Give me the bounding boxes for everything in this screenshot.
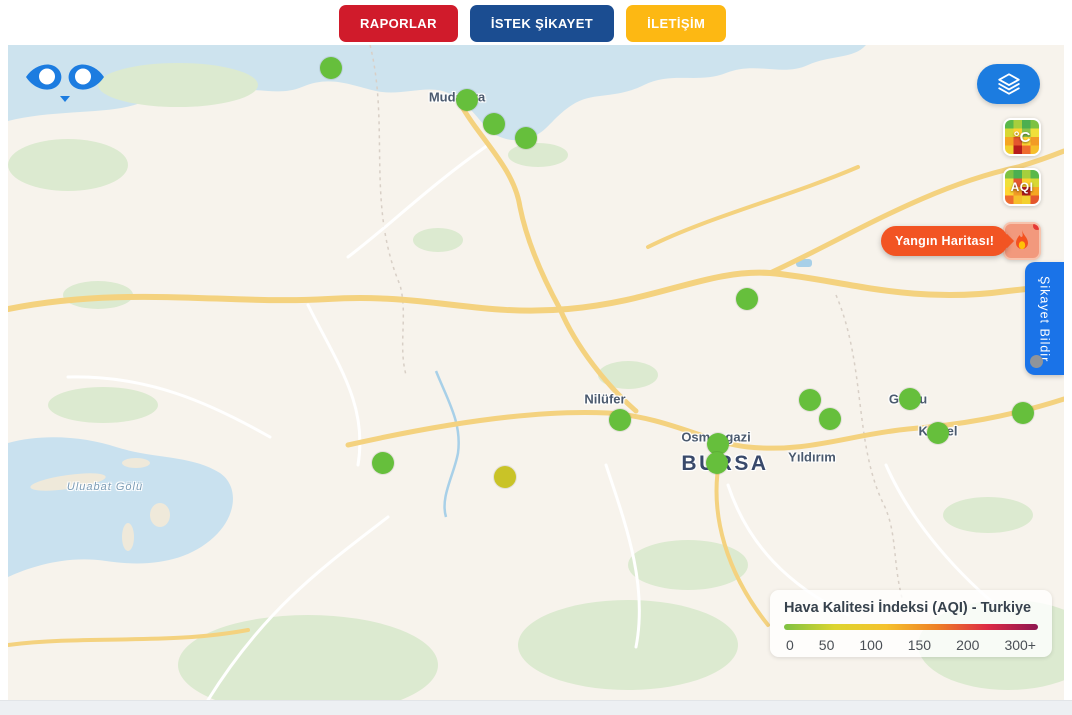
aqi-station-marker[interactable]	[320, 57, 342, 79]
aqi-station-marker[interactable]	[515, 127, 537, 149]
header-button-raporlar[interactable]: RAPORLAR	[339, 5, 458, 42]
aqi-station-marker[interactable]	[456, 89, 478, 111]
header-button-istek-sikayet[interactable]: İSTEK ŞİKAYET	[470, 5, 614, 42]
eyes-logo-icon	[25, 60, 105, 106]
aqi-station-marker[interactable]	[1012, 402, 1034, 424]
map-viewport[interactable]: MudanyaNilüferOsmangaziBURSAYıldırımGürs…	[8, 45, 1064, 700]
aqi-station-marker[interactable]	[706, 452, 728, 474]
aqi-legend-tick: 100	[859, 637, 882, 653]
aqi-legend-tick: 0	[786, 637, 794, 653]
aqi-legend-title: Hava Kalitesi İndeksi (AQI) - Turkiye	[784, 600, 1038, 616]
aqi-station-marker[interactable]	[494, 466, 516, 488]
layers-button[interactable]	[977, 64, 1040, 104]
page-bottom-strip	[0, 700, 1072, 715]
aqi-station-marker[interactable]	[483, 113, 505, 135]
aqi-station-marker[interactable]	[927, 422, 949, 444]
header-buttons: RAPORLAR İSTEK ŞİKAYET İLETİŞİM	[339, 5, 726, 42]
aqi-legend: Hava Kalitesi İndeksi (AQI) - Turkiye 0 5…	[770, 590, 1052, 657]
fire-icon	[1012, 229, 1032, 253]
aqi-legend-tick: 50	[819, 637, 835, 653]
aqi-legend-tick: 200	[956, 637, 979, 653]
aqi-station-marker[interactable]	[736, 288, 758, 310]
complaint-tab-label: Şikayet Bildir	[1038, 276, 1052, 362]
aqi-station-marker[interactable]	[372, 452, 394, 474]
aqi-station-marker[interactable]	[899, 388, 921, 410]
fire-map-tooltip-label: Yangın Haritası!	[895, 234, 994, 248]
header-button-iletisim[interactable]: İLETİŞİM	[626, 5, 726, 42]
aqi-station-marker[interactable]	[609, 409, 631, 431]
layers-icon	[996, 71, 1022, 97]
header: RAPORLAR İSTEK ŞİKAYET İLETİŞİM	[0, 0, 1072, 45]
aqi-station-marker[interactable]	[799, 389, 821, 411]
aqi-legend-tick: 300+	[1004, 637, 1036, 653]
temperature-layer-button[interactable]: °C	[1003, 118, 1041, 156]
aqi-legend-tick: 150	[908, 637, 931, 653]
aqi-station-marker[interactable]	[819, 408, 841, 430]
aqi-gradient-bar	[784, 624, 1038, 630]
app-logo	[25, 60, 105, 106]
aqi-layer-button[interactable]: AQI	[1003, 168, 1041, 206]
heatmap-thumbnail	[1005, 170, 1039, 204]
heatmap-thumbnail	[1005, 120, 1039, 154]
aqi-legend-ticks: 0 50 100 150 200 300+	[784, 637, 1038, 653]
tab-gray-dot	[1030, 355, 1043, 368]
fire-map-tooltip: Yangın Haritası!	[881, 226, 1008, 256]
page: RAPORLAR İSTEK ŞİKAYET İLETİŞİM	[0, 0, 1072, 715]
complaint-tab[interactable]: Şikayet Bildir	[1025, 262, 1064, 375]
